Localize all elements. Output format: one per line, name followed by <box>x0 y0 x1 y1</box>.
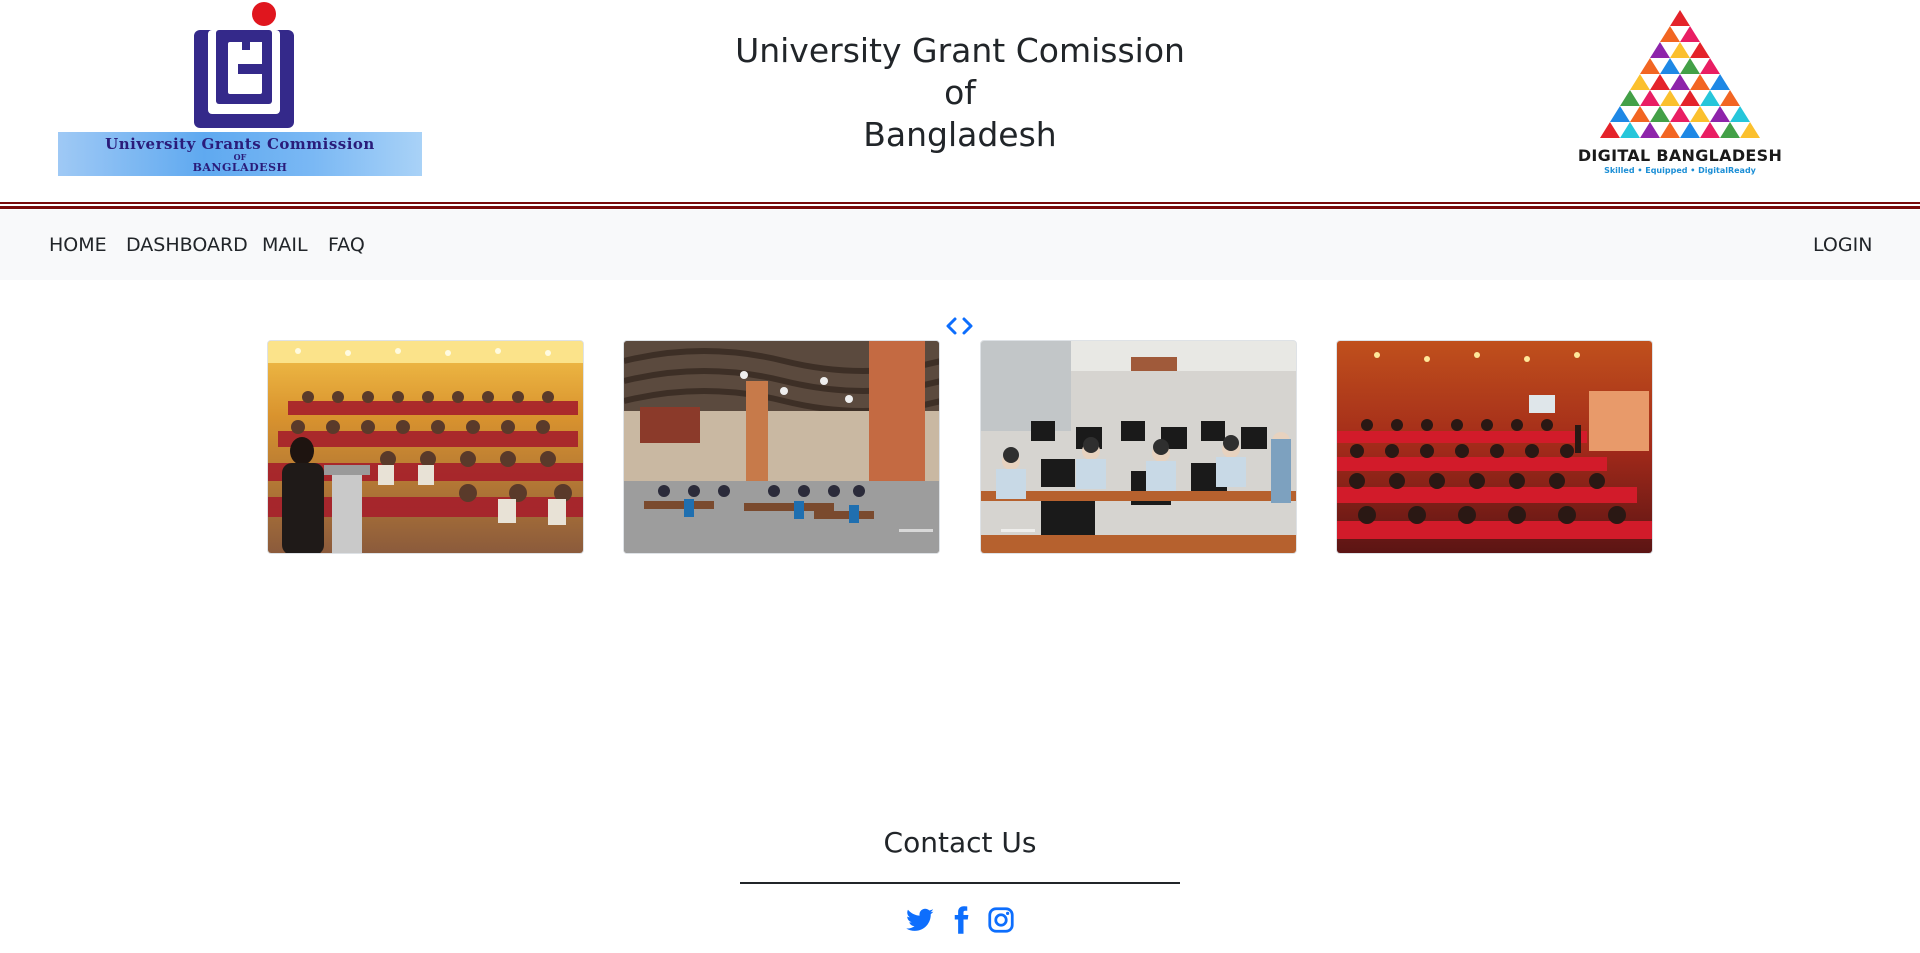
seminar-audience-photo[interactable] <box>267 340 584 554</box>
nav-faq-link[interactable]: FAQ <box>328 234 365 256</box>
header-divider <box>0 202 1920 209</box>
page-title: University Grant Comission of Bangladesh <box>660 30 1260 156</box>
nav-dashboard-link[interactable]: DASHBOARD <box>126 234 248 256</box>
triangle-mosaic-icon <box>1600 10 1760 138</box>
main-navbar: HOME DASHBOARD MAIL FAQ LOGIN <box>0 210 1920 280</box>
digital-bangladesh-name: DIGITAL BANGLADESH <box>1577 146 1783 165</box>
computer-lab-photo[interactable] <box>980 340 1297 554</box>
nav-home-link[interactable]: HOME <box>49 234 107 256</box>
carousel-controls <box>944 314 976 338</box>
instagram-icon[interactable] <box>986 904 1016 936</box>
ugc-banner: University Grants Commission OF BANGLADE… <box>58 132 422 176</box>
chevron-left-icon[interactable] <box>944 314 958 338</box>
chevron-right-icon[interactable] <box>961 314 975 338</box>
ugc-banner-line3: BANGLADESH <box>192 161 288 174</box>
nav-mail-link[interactable]: MAIL <box>262 234 308 256</box>
cafeteria-photo[interactable] <box>623 340 940 554</box>
title-line-2: of <box>944 73 976 112</box>
digital-bangladesh-logo[interactable]: DIGITAL BANGLADESH Skilled • Equipped • … <box>1575 8 1785 178</box>
digital-bangladesh-tagline: Skilled • Equipped • DigitalReady <box>1604 166 1756 175</box>
nav-login-link[interactable]: LOGIN <box>1813 234 1872 256</box>
contact-heading: Contact Us <box>883 826 1037 859</box>
ugc-banner-line1: University Grants Commission <box>105 135 375 153</box>
title-line-3: Bangladesh <box>863 115 1057 154</box>
twitter-icon[interactable] <box>905 904 935 936</box>
title-line-1: University Grant Comission <box>735 31 1185 70</box>
ugc-logo[interactable]: University Grants Commission OF BANGLADE… <box>58 2 422 176</box>
auditorium-photo[interactable] <box>1336 340 1653 554</box>
contact-divider <box>740 882 1180 884</box>
ugc-emblem-icon <box>194 2 294 128</box>
facebook-icon[interactable] <box>946 904 976 936</box>
site-header: University Grants Commission OF BANGLADE… <box>0 0 1920 202</box>
